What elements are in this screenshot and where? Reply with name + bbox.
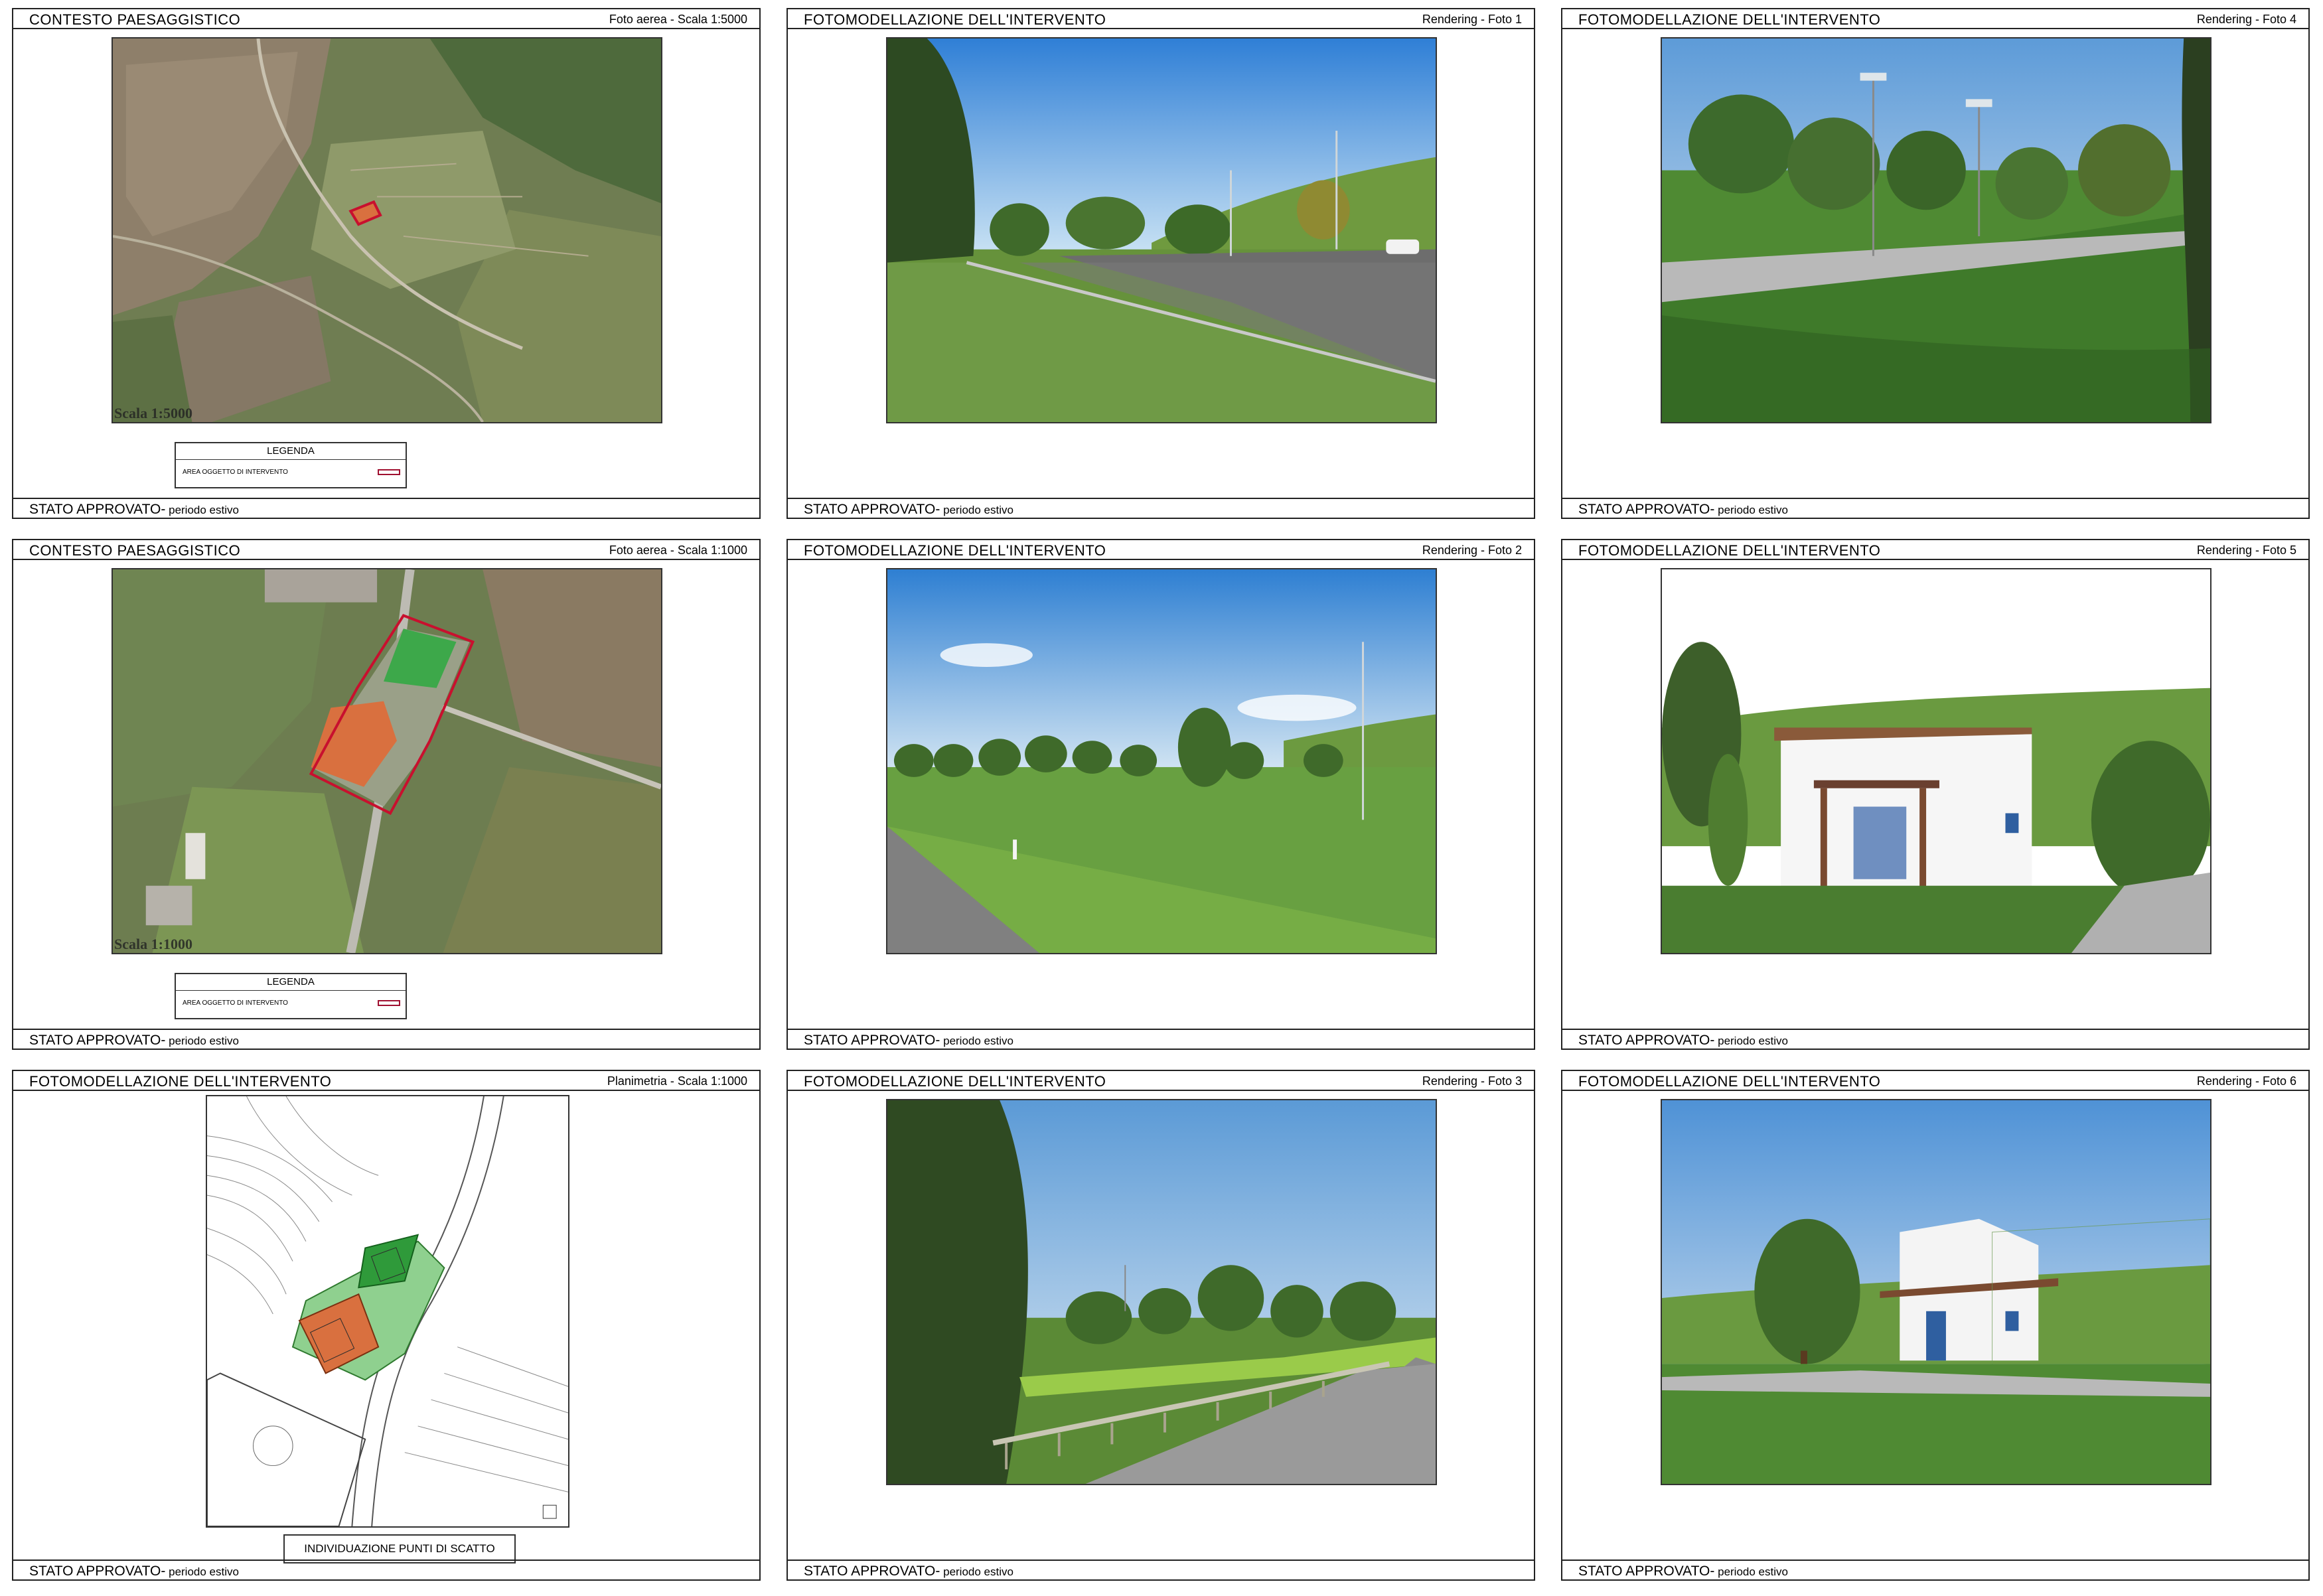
panel-footer: STATO APPROVATO- periodo estivo — [1562, 1029, 2308, 1049]
render-photo-2 — [886, 568, 1437, 954]
panel-header: FOTOMODELLAZIONE DELL'INTERVENTO Renderi… — [788, 9, 1534, 29]
panel-scale: Foto aerea - Scala 1:1000 — [609, 544, 747, 557]
panel-header: CONTESTO PAESAGGISTICO Foto aerea - Scal… — [13, 9, 759, 29]
panel-footer: STATO APPROVATO- periodo estivo — [13, 1029, 759, 1049]
panel-title: FOTOMODELLAZIONE DELL'INTERVENTO — [804, 1073, 1106, 1090]
panel-title: CONTESTO PAESAGGISTICO — [29, 11, 241, 28]
panel-render-foto-3: FOTOMODELLAZIONE DELL'INTERVENTO Renderi… — [787, 1070, 1535, 1581]
panel-footer-text: STATO APPROVATO- periodo estivo — [804, 1033, 1013, 1048]
panel-scale: Foto aerea - Scala 1:5000 — [609, 13, 747, 26]
panel-footer-text: STATO APPROVATO- periodo estivo — [804, 1563, 1013, 1579]
legend: LEGENDA AREA OGGETTO DI INTERVENTO — [175, 973, 407, 1019]
panel-scale: Rendering - Foto 4 — [2196, 13, 2296, 26]
panel-scale: Rendering - Foto 3 — [1422, 1074, 1522, 1088]
render-photo-1 — [886, 37, 1437, 423]
panel-footer: STATO APPROVATO- periodo estivo — [13, 1560, 759, 1579]
panel-scale: Rendering - Foto 6 — [2196, 1074, 2296, 1088]
panel-scale: Planimetria - Scala 1:1000 — [607, 1074, 747, 1088]
panel-header: FOTOMODELLAZIONE DELL'INTERVENTO Renderi… — [788, 1071, 1534, 1091]
legend-item-label: AREA OGGETTO DI INTERVENTO — [183, 469, 288, 476]
panel-render-foto-4: FOTOMODELLAZIONE DELL'INTERVENTO Renderi… — [1561, 8, 2310, 519]
render-photo-3 — [886, 1099, 1437, 1485]
panel-footer-text: STATO APPROVATO- periodo estivo — [29, 1033, 239, 1048]
aerial-photo-5000: Scala 1:5000 — [112, 37, 662, 423]
aerial-photo-1000: Scala 1:1000 — [112, 568, 662, 954]
panel-header: FOTOMODELLAZIONE DELL'INTERVENTO Planime… — [13, 1071, 759, 1091]
render-photo-4 — [1661, 37, 2211, 423]
panel-footer: STATO APPROVATO- periodo estivo — [788, 498, 1534, 518]
legend-title: LEGENDA — [267, 976, 315, 987]
panel-footer: STATO APPROVATO- periodo estivo — [788, 1560, 1534, 1579]
panel-render-foto-6: FOTOMODELLAZIONE DELL'INTERVENTO Renderi… — [1561, 1070, 2310, 1581]
render-photo-5 — [1661, 568, 2211, 954]
panel-footer: STATO APPROVATO- periodo estivo — [1562, 1560, 2308, 1579]
panel-title: FOTOMODELLAZIONE DELL'INTERVENTO — [804, 11, 1106, 28]
legend-swatch — [378, 469, 400, 475]
panel-header: FOTOMODELLAZIONE DELL'INTERVENTO Renderi… — [1562, 1071, 2308, 1091]
panel-footer-text: STATO APPROVATO- periodo estivo — [804, 502, 1013, 517]
panel-footer: STATO APPROVATO- periodo estivo — [13, 498, 759, 518]
panel-title: FOTOMODELLAZIONE DELL'INTERVENTO — [1578, 1073, 1881, 1090]
panel-planimetria: FOTOMODELLAZIONE DELL'INTERVENTO Planime… — [12, 1070, 761, 1581]
panel-header: FOTOMODELLAZIONE DELL'INTERVENTO Renderi… — [1562, 9, 2308, 29]
panel-footer-text: STATO APPROVATO- periodo estivo — [1578, 502, 1788, 517]
panel-title: FOTOMODELLAZIONE DELL'INTERVENTO — [1578, 542, 1881, 559]
panel-footer: STATO APPROVATO- periodo estivo — [788, 1029, 1534, 1049]
panel-render-foto-5: FOTOMODELLAZIONE DELL'INTERVENTO Renderi… — [1561, 539, 2310, 1050]
panel-header: CONTESTO PAESAGGISTICO Foto aerea - Scal… — [13, 540, 759, 560]
panel-title: FOTOMODELLAZIONE DELL'INTERVENTO — [1578, 11, 1881, 28]
legend-item-label: AREA OGGETTO DI INTERVENTO — [183, 999, 288, 1007]
render-photo-6 — [1661, 1099, 2211, 1485]
panel-render-foto-2: FOTOMODELLAZIONE DELL'INTERVENTO Renderi… — [787, 539, 1535, 1050]
panel-header: FOTOMODELLAZIONE DELL'INTERVENTO Renderi… — [788, 540, 1534, 560]
legend-divider — [176, 990, 406, 991]
panel-render-foto-1: FOTOMODELLAZIONE DELL'INTERVENTO Renderi… — [787, 8, 1535, 519]
panel-footer-text: STATO APPROVATO- periodo estivo — [29, 502, 239, 517]
panel-scale: Rendering - Foto 2 — [1422, 544, 1522, 557]
panel-title: FOTOMODELLAZIONE DELL'INTERVENTO — [804, 542, 1106, 559]
legend-divider — [176, 459, 406, 460]
panel-aerial-5000: CONTESTO PAESAGGISTICO Foto aerea - Scal… — [12, 8, 761, 519]
panel-footer-text: STATO APPROVATO- periodo estivo — [29, 1563, 239, 1579]
legend: LEGENDA AREA OGGETTO DI INTERVENTO — [175, 442, 407, 488]
panel-scale: Rendering - Foto 1 — [1422, 13, 1522, 26]
image-scale-label: Scala 1:5000 — [114, 405, 192, 421]
panel-footer-text: STATO APPROVATO- periodo estivo — [1578, 1563, 1788, 1579]
panel-footer-text: STATO APPROVATO- periodo estivo — [1578, 1033, 1788, 1048]
image-scale-label: Scala 1:1000 — [114, 936, 192, 952]
panel-aerial-1000: CONTESTO PAESAGGISTICO Foto aerea - Scal… — [12, 539, 761, 1050]
legend-title: LEGENDA — [267, 445, 315, 457]
panel-scale: Rendering - Foto 5 — [2196, 544, 2296, 557]
panel-footer: STATO APPROVATO- periodo estivo — [1562, 498, 2308, 518]
panel-header: FOTOMODELLAZIONE DELL'INTERVENTO Renderi… — [1562, 540, 2308, 560]
site-plan — [206, 1095, 569, 1528]
legend-swatch — [378, 1000, 400, 1006]
panel-title: CONTESTO PAESAGGISTICO — [29, 542, 241, 559]
panel-title: FOTOMODELLAZIONE DELL'INTERVENTO — [29, 1073, 332, 1090]
